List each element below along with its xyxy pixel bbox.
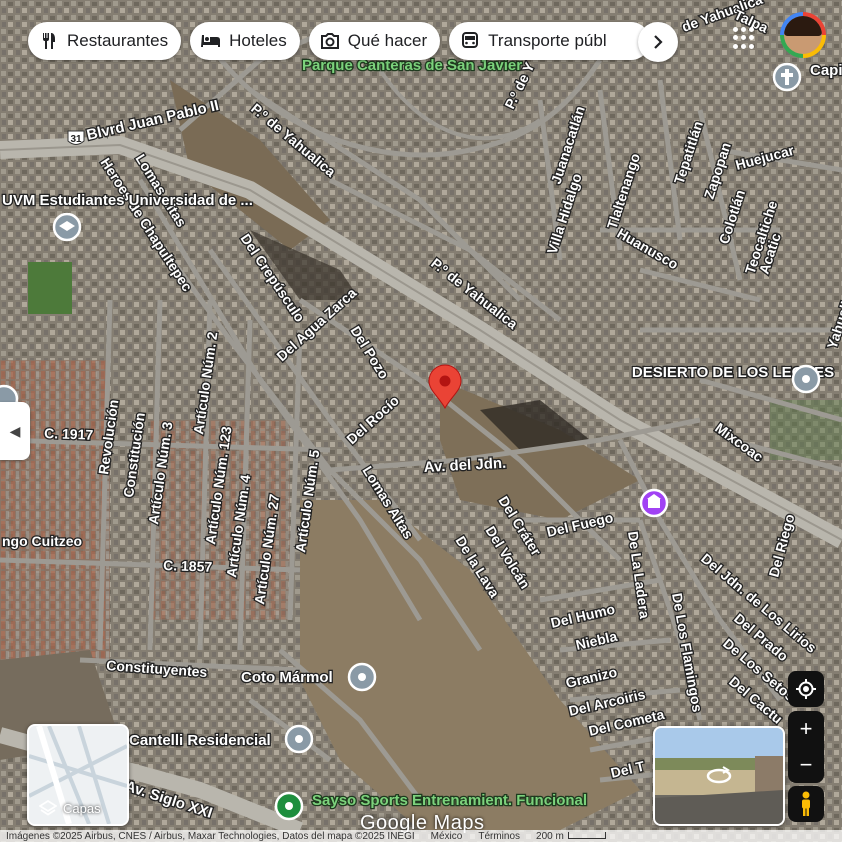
place-label-cantelli: Cantelli Residencial [129, 732, 271, 749]
scale-label: 200 m [536, 830, 564, 842]
layers-button[interactable]: Capas [27, 724, 129, 826]
place-label-capilla: Capi Silve [810, 62, 842, 79]
layers-label: Capas [63, 800, 101, 816]
plus-icon: + [799, 716, 813, 741]
fork-knife-icon [39, 31, 59, 51]
category-chips: Restaurantes Hoteles Qué hacer Transport… [28, 22, 651, 60]
chip-label: Qué hacer [347, 31, 428, 50]
chevron-right-icon [654, 35, 663, 49]
attribution-text: Imágenes ©2025 Airbus, CNES / Airbus, Ma… [6, 830, 415, 842]
poi-cantelli[interactable] [284, 724, 314, 754]
sports-field [28, 262, 72, 314]
rotate-360-icon [706, 766, 732, 784]
chip-transporte[interactable]: Transporte públ [449, 22, 651, 60]
account-avatar[interactable] [780, 12, 826, 58]
street-label: C. 1917 [44, 425, 94, 443]
bus-icon [460, 31, 480, 51]
street-view-thumbnail[interactable] [653, 726, 785, 826]
chip-label: Restaurantes [67, 31, 169, 50]
place-label-coto-marmol: Coto Mármol [241, 669, 333, 686]
zoom-in-button[interactable]: + [788, 711, 824, 747]
street-label: C. 1857 [163, 557, 213, 575]
poi-church[interactable] [772, 62, 802, 92]
highway-shield: 31 [67, 130, 85, 145]
chip-que-hacer[interactable]: Qué hacer [308, 22, 441, 60]
place-label-uvm: UVM Estudiantes Universidad de ... [2, 192, 253, 209]
attribution-footer: Imágenes ©2025 Airbus, CNES / Airbus, Ma… [0, 830, 842, 842]
chevron-left-icon: ◀ [9, 422, 21, 439]
chip-hoteles[interactable]: Hoteles [190, 22, 300, 60]
my-location-button[interactable] [788, 671, 824, 707]
scale-bar [567, 832, 606, 840]
chips-next-button[interactable] [638, 22, 678, 62]
svg-text:31: 31 [70, 134, 82, 145]
zoom-out-button[interactable]: − [788, 747, 824, 783]
locate-icon [796, 679, 816, 699]
poi-sayso-sports[interactable] [274, 791, 304, 821]
poi-desierto[interactable] [791, 364, 821, 394]
pegman-icon [802, 791, 810, 816]
country-link[interactable]: México [431, 831, 463, 842]
chip-label: Hoteles [229, 31, 287, 50]
street-label: ngo Cuitzeo [2, 533, 82, 549]
collapse-panel-button[interactable]: ◀ [0, 402, 30, 460]
minus-icon: − [799, 752, 813, 777]
satellite-map[interactable]: 31 Blvrd Juan Pablo II P.º de Yahualica … [0, 0, 842, 842]
zoom-controls: + − [788, 711, 824, 783]
camera-icon [320, 31, 340, 51]
street-view-pegman[interactable] [788, 786, 824, 822]
poi-coto-marmol[interactable] [347, 662, 377, 692]
chip-label: Transporte públ [488, 31, 607, 50]
apps-grid-icon[interactable] [733, 27, 755, 49]
layers-icon [39, 800, 57, 816]
poi-university[interactable] [52, 212, 82, 242]
scale-indicator[interactable]: 200 m [536, 831, 606, 842]
bed-icon [201, 31, 221, 51]
terms-link[interactable]: Términos [478, 831, 520, 842]
poi-landmark-purple[interactable] [639, 488, 669, 518]
chip-restaurantes[interactable]: Restaurantes [28, 22, 182, 60]
place-label-sayso: Sayso Sports Entrenamient. Funcional [312, 792, 587, 809]
